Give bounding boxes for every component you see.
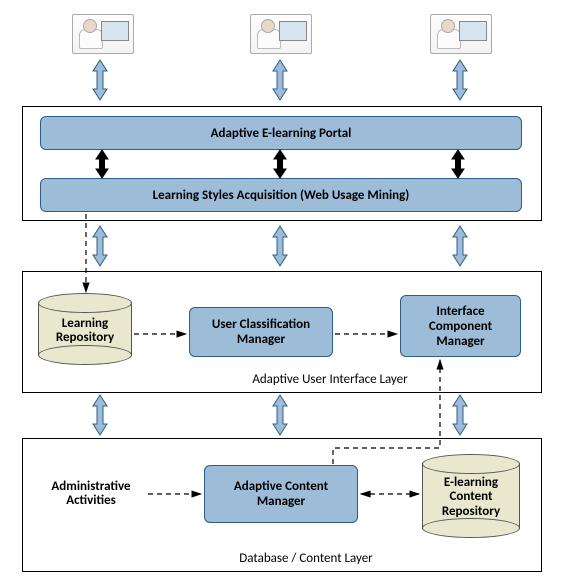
user-icon <box>250 14 312 54</box>
learning-repo-label: Learning Repository <box>38 317 132 346</box>
user-class-mgr-label: User Classification Manager <box>194 317 328 347</box>
interface-mgr-label: Interface Component Manager <box>405 304 516 349</box>
portal-box: Adaptive E-learning Portal <box>40 116 522 150</box>
user-icon <box>430 14 492 54</box>
admin-activities-label: Administrative Activities <box>36 480 146 509</box>
user-icon <box>72 14 134 54</box>
acquisition-box: Learning Styles Acquisition (Web Usage M… <box>40 178 522 212</box>
portal-label: Adaptive E-learning Portal <box>211 126 352 141</box>
architecture-diagram: Adaptive E-learning Portal Learning Styl… <box>0 0 566 584</box>
user-class-mgr-box: User Classification Manager <box>189 307 333 357</box>
content-repo-label: E-learning Content Repository <box>422 476 520 519</box>
content-mgr-box: Adaptive Content Manager <box>204 465 358 523</box>
interface-mgr-box: Interface Component Manager <box>400 295 521 357</box>
content-layer-label: Database / Content Layer <box>206 551 406 566</box>
acquisition-label: Learning Styles Acquisition (Web Usage M… <box>153 188 410 203</box>
content-mgr-label: Adaptive Content Manager <box>209 479 353 509</box>
ui-layer-label: Adaptive User Interface Layer <box>220 372 440 387</box>
learning-repo-cylinder: Learning Repository <box>38 293 132 365</box>
content-repo-cylinder: E-learning Content Repository <box>422 454 520 538</box>
